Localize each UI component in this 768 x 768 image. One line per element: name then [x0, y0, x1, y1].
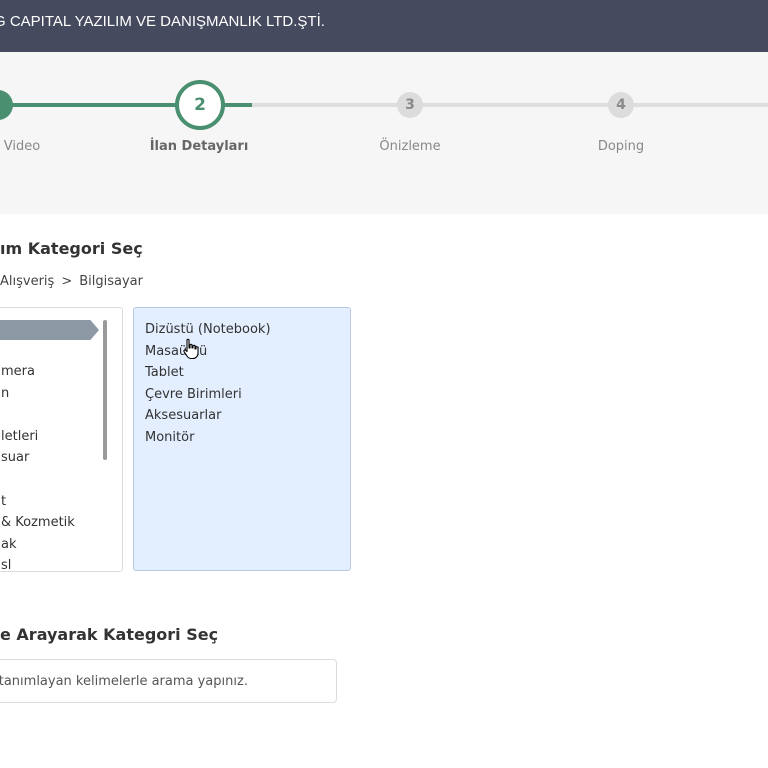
- breadcrumb-separator: >: [61, 274, 73, 289]
- subcategory-item-dizustu[interactable]: Dizüstü (Notebook): [145, 319, 271, 341]
- parent-category-list[interactable]: mera n letleri suar t & Kozmetik ak sl: [0, 307, 123, 572]
- progress-line-remaining: [252, 103, 768, 107]
- step-1-label: Video: [3, 139, 41, 154]
- step-3-label: Önizleme: [379, 139, 441, 154]
- step-2-label: İlan Detayları: [149, 139, 249, 154]
- category-item[interactable]: n: [0, 383, 75, 405]
- search-section-title: e Arayarak Kategori Seç: [0, 625, 219, 644]
- company-name: G CAPITAL YAZILIM VE DANIŞMANLIK LTD.ŞTİ…: [0, 13, 325, 30]
- category-item[interactable]: mera: [0, 361, 75, 383]
- category-search-box[interactable]: [0, 659, 337, 703]
- selected-category-item[interactable]: [0, 320, 99, 340]
- category-item[interactable]: [0, 469, 75, 491]
- hand-cursor-icon: [183, 338, 199, 360]
- step-2-circle[interactable]: 2: [175, 80, 225, 130]
- subcategory-list[interactable]: Dizüstü (Notebook) Masaüstü Tablet Çevre…: [133, 307, 351, 571]
- subcategory-item-monitor[interactable]: Monitör: [145, 427, 271, 449]
- subcategory-item-tablet[interactable]: Tablet: [145, 362, 271, 384]
- category-item[interactable]: ak: [0, 534, 75, 556]
- step-1-circle[interactable]: [0, 90, 13, 120]
- step-4-circle[interactable]: 4: [608, 92, 634, 118]
- progress-line-done: [0, 103, 196, 107]
- category-item[interactable]: t: [0, 491, 75, 513]
- category-list-scrollbar[interactable]: [103, 320, 107, 460]
- category-section-title: ım Kategori Seç: [0, 239, 143, 258]
- category-item[interactable]: [0, 404, 75, 426]
- top-bar: G CAPITAL YAZILIM VE DANIŞMANLIK LTD.ŞTİ…: [0, 0, 768, 52]
- subcategory-item-masaustu[interactable]: Masaüstü: [145, 341, 271, 363]
- progress-stepper: 2 3 4 Video İlan Detayları Önizleme Dopi…: [0, 52, 768, 214]
- category-item[interactable]: & Kozmetik: [0, 512, 75, 534]
- category-item[interactable]: letleri: [0, 426, 75, 448]
- breadcrumb-item-alisveris[interactable]: Alışveriş: [0, 274, 54, 289]
- breadcrumb-item-bilgisayar[interactable]: Bilgisayar: [79, 274, 143, 289]
- step-3-circle[interactable]: 3: [397, 92, 423, 118]
- category-item[interactable]: suar: [0, 447, 75, 469]
- category-search-input[interactable]: [0, 660, 331, 702]
- breadcrumb: Alışveriş > Bilgisayar: [0, 274, 143, 289]
- step-4-label: Doping: [597, 139, 645, 154]
- category-item[interactable]: sl: [0, 555, 75, 571]
- subcategory-item-aksesuarlar[interactable]: Aksesuarlar: [145, 405, 271, 427]
- subcategory-item-cevre-birimleri[interactable]: Çevre Birimleri: [145, 384, 271, 406]
